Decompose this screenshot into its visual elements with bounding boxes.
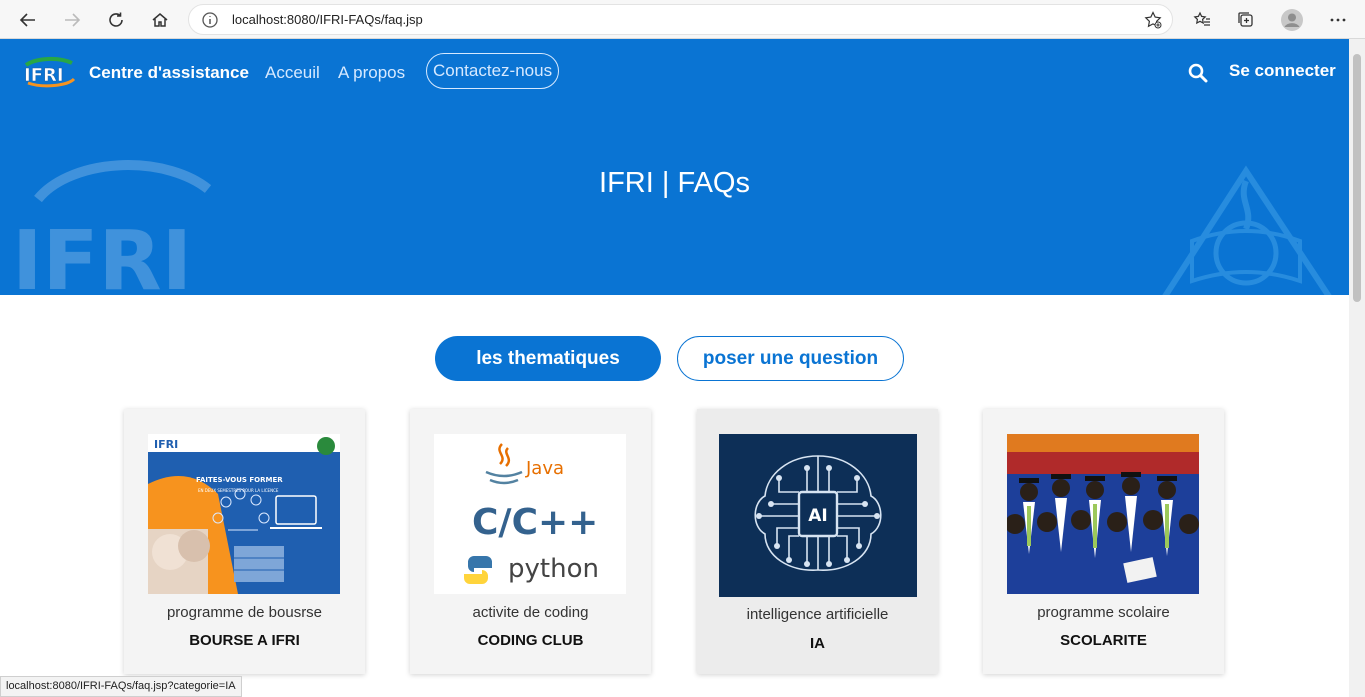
svg-text:IFRI: IFRI — [12, 214, 192, 295]
login-link[interactable]: Se connecter — [1229, 61, 1336, 81]
more-menu-icon[interactable] — [1324, 6, 1352, 34]
svg-text:IFRI: IFRI — [24, 65, 64, 86]
svg-text:FAITES-VOUS FORMER: FAITES-VOUS FORMER — [196, 476, 283, 484]
page-title: IFRI | FAQs — [599, 167, 750, 199]
category-card-scolarite[interactable]: programme scolaire SCOLARITE — [983, 409, 1224, 674]
card-description: programme scolaire — [1037, 604, 1170, 621]
card-title: SCOLARITE — [1060, 632, 1147, 649]
profile-avatar[interactable] — [1278, 6, 1306, 34]
graduation-photo — [1007, 434, 1199, 594]
bourse-poster-image: IFRI FAITES-VOUS FORMER EN DEUX SEMESTRE… — [148, 434, 340, 594]
refresh-icon[interactable] — [102, 6, 130, 34]
coding-languages-image: Java C/C++ python — [434, 434, 626, 594]
forward-icon[interactable] — [58, 6, 86, 34]
svg-text:Java: Java — [525, 458, 564, 479]
card-title: BOURSE A IFRI — [189, 632, 300, 649]
nav-contact[interactable]: Contactez-nous — [426, 53, 560, 89]
search-icon[interactable] — [1188, 63, 1208, 83]
page-scrollbar[interactable] — [1349, 39, 1365, 697]
nav-home[interactable]: Acceuil — [265, 63, 320, 83]
tab-ask-question[interactable]: poser une question — [677, 336, 904, 381]
svg-text:python: python — [508, 554, 599, 584]
favorites-icon[interactable] — [1188, 6, 1216, 34]
info-icon[interactable] — [201, 11, 219, 29]
address-bar[interactable]: localhost:8080/IFRI-FAQs/faq.jsp — [188, 4, 1173, 35]
browser-toolbar: localhost:8080/IFRI-FAQs/faq.jsp — [0, 0, 1365, 39]
card-title: IA — [810, 635, 825, 652]
card-description: programme de bousrse — [166, 604, 323, 621]
ai-brain-image: AI — [719, 434, 917, 597]
home-icon[interactable] — [146, 6, 174, 34]
category-card-bourse[interactable]: IFRI FAITES-VOUS FORMER EN DEUX SEMESTRE… — [124, 409, 365, 674]
category-card-ia[interactable]: AI intelligence artificielle IA — [697, 409, 938, 674]
back-icon[interactable] — [14, 6, 42, 34]
tab-thematiques[interactable]: les thematiques — [435, 336, 661, 381]
card-title: CODING CLUB — [477, 632, 584, 649]
brand-name[interactable]: Centre d'assistance — [89, 63, 249, 83]
collections-icon[interactable] — [1232, 6, 1260, 34]
site-header: IFRI IFRI Centre d'assistance Acceuil A … — [0, 39, 1349, 295]
card-description: activite de coding — [472, 604, 589, 621]
category-card-coding[interactable]: Java C/C++ python activite de coding COD… — [410, 409, 651, 674]
svg-text:AI: AI — [808, 506, 827, 526]
scrollbar-thumb[interactable] — [1353, 54, 1361, 302]
status-bar-url: localhost:8080/IFRI-FAQs/faq.jsp?categor… — [0, 676, 242, 697]
svg-text:C/C++: C/C++ — [472, 502, 598, 543]
svg-text:IFRI: IFRI — [154, 438, 178, 451]
nav-about[interactable]: A propos — [338, 63, 405, 83]
add-favorite-icon[interactable] — [1144, 11, 1162, 29]
card-description: intelligence artificielle — [746, 606, 889, 623]
address-url: localhost:8080/IFRI-FAQs/faq.jsp — [232, 12, 423, 27]
ifri-logo[interactable]: IFRI — [20, 53, 78, 89]
